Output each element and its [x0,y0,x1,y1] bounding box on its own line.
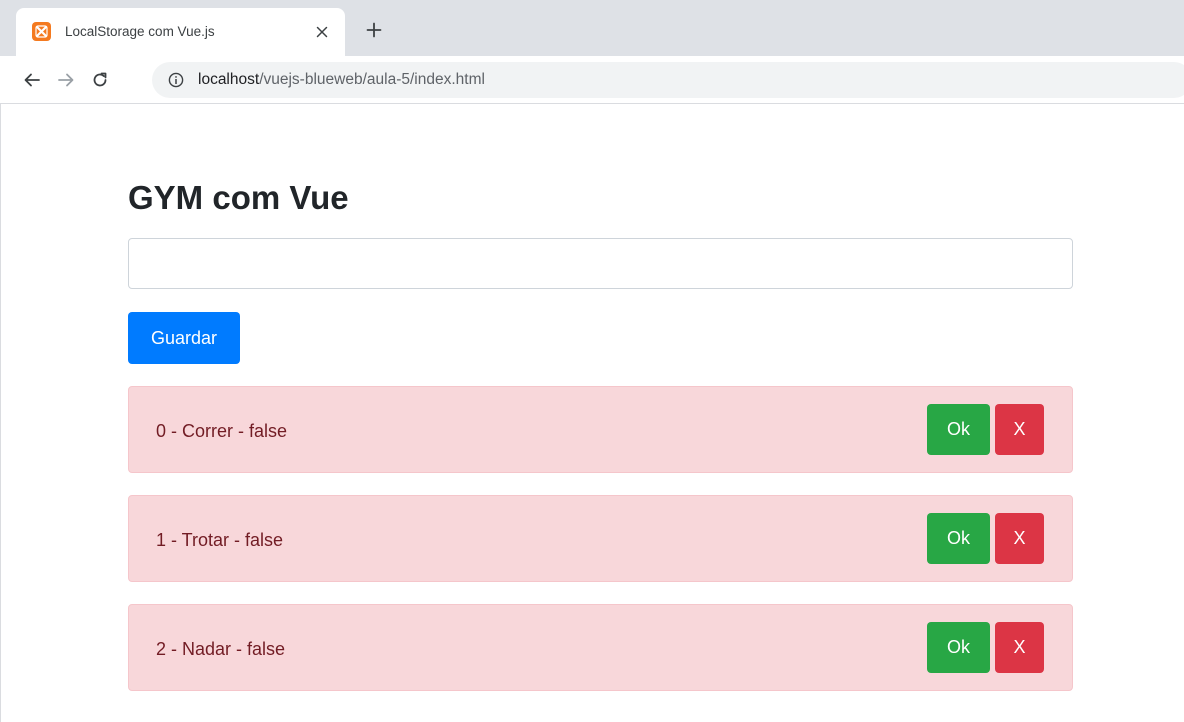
url-text: localhost/vuejs-blueweb/aula-5/index.htm… [198,70,485,90]
browser-tab-strip: LocalStorage com Vue.js [0,0,1184,56]
browser-tab[interactable]: LocalStorage com Vue.js [16,8,345,56]
address-bar[interactable]: localhost/vuejs-blueweb/aula-5/index.htm… [152,62,1184,98]
page-viewport: GYM com Vue Guardar 0 - Correr - false O… [0,104,1184,722]
forward-arrow-icon[interactable] [52,66,80,94]
save-button[interactable]: Guardar [128,312,240,364]
task-text: 0 - Correr - false [156,421,288,441]
delete-button[interactable]: X [995,513,1044,564]
delete-button[interactable]: X [995,404,1044,455]
reload-icon[interactable] [86,66,114,94]
back-arrow-icon[interactable] [18,66,46,94]
task-text: 1 - Trotar - false [156,530,284,550]
task-input[interactable] [128,238,1073,289]
task-item: 2 - Nadar - false Ok X [128,604,1073,691]
page-title: GYM com Vue [128,179,349,216]
plus-icon[interactable] [362,18,386,42]
task-item: 0 - Correr - false Ok X [128,386,1073,473]
task-text: 2 - Nadar - false [156,639,286,659]
browser-toolbar: localhost/vuejs-blueweb/aula-5/index.htm… [0,56,1184,104]
url-host: localhost [198,71,260,88]
info-icon[interactable] [168,72,184,88]
task-item: 1 - Trotar - false Ok X [128,495,1073,582]
ok-button[interactable]: Ok [927,622,990,673]
url-path: /vuejs-blueweb/aula-5/index.html [259,71,485,88]
xampp-icon [32,22,51,41]
delete-button[interactable]: X [995,622,1044,673]
ok-button[interactable]: Ok [927,513,990,564]
close-icon[interactable] [311,21,333,43]
tab-title: LocalStorage com Vue.js [65,24,215,39]
ok-button[interactable]: Ok [927,404,990,455]
